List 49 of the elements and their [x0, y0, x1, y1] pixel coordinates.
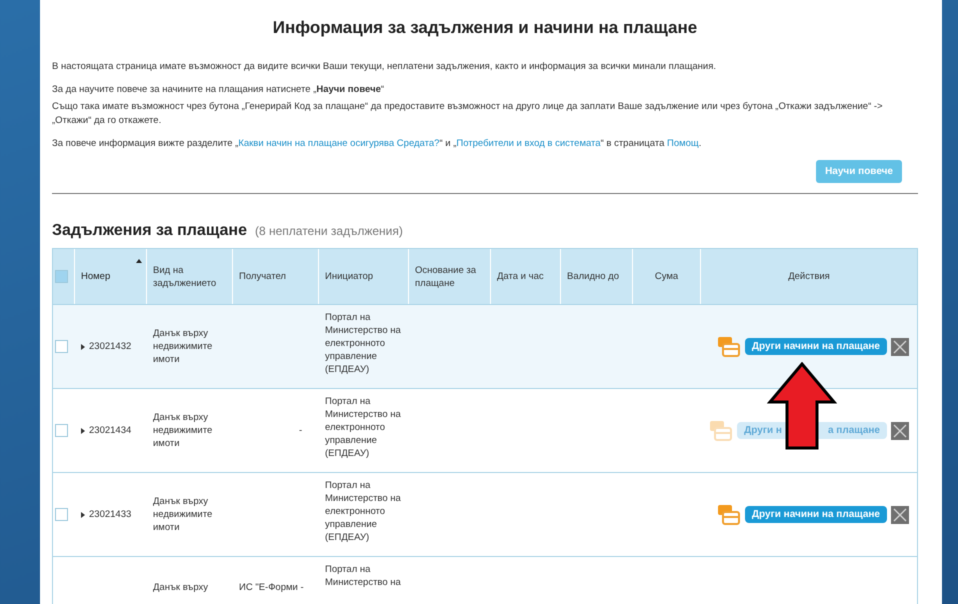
expand-icon[interactable]: [81, 344, 85, 350]
table-cell-text: Данък върху недвижимите имоти: [153, 327, 214, 366]
table-cell-text: Портал на Министерство на: [325, 563, 402, 589]
help-link[interactable]: Какви начин на плащане осигурява Средата?: [238, 138, 440, 149]
table-cell-text: Портал на Министерство на електронното управление (ЕПДЕАУ): [325, 479, 402, 544]
obligation-count: (8 неплатени задължения): [254, 224, 403, 238]
column-header[interactable]: Инициатор: [325, 270, 374, 283]
paragraph-text: “ в страницата: [600, 138, 666, 149]
table-cell-text: Портал на Министерство на електронното управление (ЕПДЕАУ): [325, 395, 402, 460]
paragraph-text: .: [698, 138, 702, 149]
expand-icon[interactable]: [81, 428, 85, 434]
table-cell: 23021434: [89, 424, 132, 437]
expand-icon[interactable]: [81, 512, 85, 518]
column-header[interactable]: Дата и час: [497, 270, 544, 283]
close-icon[interactable]: [891, 422, 909, 440]
card-icon[interactable]: [709, 418, 734, 442]
column-header[interactable]: Сума: [654, 270, 678, 283]
column-header[interactable]: Валидно до: [567, 270, 620, 283]
select-all-checkbox[interactable]: [55, 270, 68, 283]
paragraph: В настоящата страница имате възможност да видите всички Ваши текущи, неплатени задължения, както и информация за всички минали плащания.: [52, 60, 718, 74]
column-header[interactable]: Действия: [788, 270, 830, 283]
row-checkbox[interactable]: [55, 340, 68, 353]
help-link[interactable]: Помощ: [667, 138, 699, 149]
table-cell: Данък върху: [153, 581, 208, 594]
close-icon[interactable]: [891, 506, 909, 524]
table-cell-text: Данък върху недвижимите имоти: [153, 411, 214, 450]
table-cell: 23021433: [89, 508, 132, 521]
table-cell: 23021432: [89, 340, 132, 353]
help-link[interactable]: Потребители и вход в системата: [456, 138, 601, 149]
section-heading: Задължения за плащане: [52, 222, 247, 240]
row-checkbox[interactable]: [55, 424, 68, 437]
card-icon[interactable]: [716, 334, 741, 358]
card-icon[interactable]: [716, 502, 741, 526]
column-header[interactable]: Получател: [239, 270, 286, 283]
paragraph: За да научите повече за начините на плащания натиснете „Научи повече“: [52, 83, 386, 97]
close-icon[interactable]: [891, 338, 909, 356]
paragraph: Също така имате възможност чрез бутона „Генерирай Код за плащане“ да предоставите възможност на друго лице да заплати Ваше задължение или чрез бутона „Откажи задължение“ -> „Откажи“ да го откажете.: [52, 100, 884, 128]
sort-icon: [136, 259, 142, 263]
table-cell: -: [299, 424, 302, 437]
table-cell-text: Данък върху недвижимите имоти: [153, 495, 214, 534]
table-cell: ИС "Е-Форми -: [239, 581, 304, 594]
page-title: Информация за задължения и начини на плащане: [272, 18, 698, 38]
paragraph-text: За повече информация вижте разделите „: [52, 138, 238, 149]
column-header[interactable]: Вид на задължението: [153, 264, 226, 290]
column-header[interactable]: Номер: [81, 270, 110, 283]
paragraph-text: “ и „: [439, 138, 456, 149]
table-cell-text: Портал на Министерство на електронното управление (ЕПДЕАУ): [325, 311, 402, 376]
row-checkbox[interactable]: [55, 508, 68, 521]
column-header[interactable]: Основание за плащане: [415, 264, 484, 290]
